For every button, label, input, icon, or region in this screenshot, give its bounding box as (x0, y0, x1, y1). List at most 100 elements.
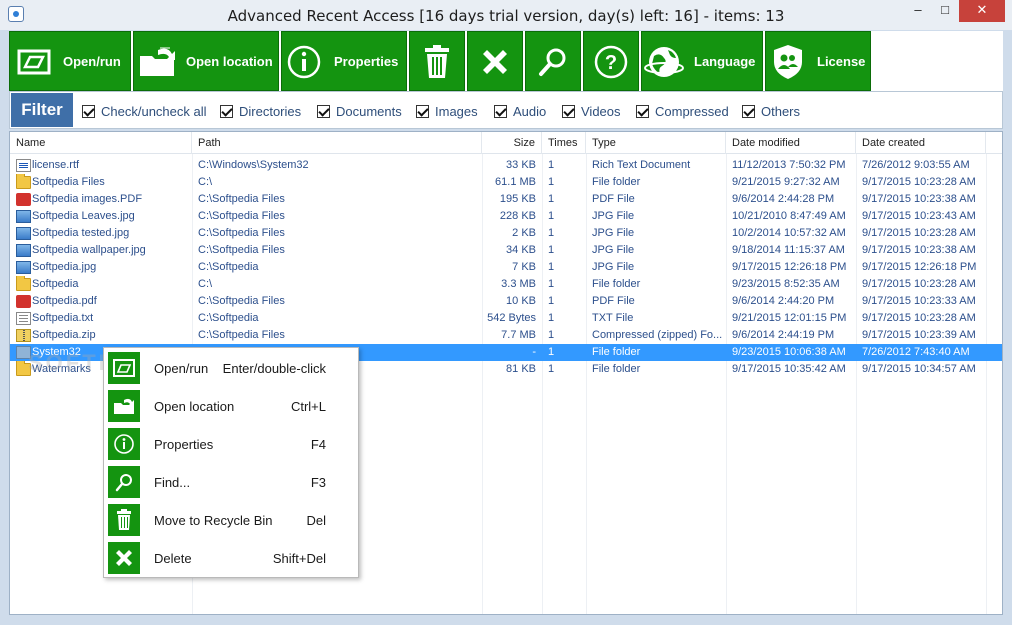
menu-item-find[interactable]: Find... F3 (104, 463, 358, 501)
menu-item-delete[interactable]: Delete Shift+Del (104, 539, 358, 577)
open-run-button[interactable]: Open/run (9, 31, 131, 91)
table-row[interactable]: Softpedia.zip C:\Softpedia Files 7.7 MB 1 Co… (10, 327, 1002, 344)
column-header-path[interactable]: Path (192, 132, 482, 154)
table-row[interactable]: Softpedia images.PDF C:\Softpedia Files 19… (10, 191, 1002, 208)
cell-modified: 9/21/2015 9:27:32 AM (732, 176, 840, 188)
column-header-type[interactable]: Type (586, 132, 726, 154)
filter-images[interactable]: Images (416, 104, 478, 119)
zip-file-icon (16, 329, 31, 342)
cell-type: File folder (592, 346, 641, 358)
shortcut-label: Del (306, 513, 326, 528)
checkbox-checked-icon[interactable] (416, 104, 429, 118)
checkbox-checked-icon[interactable] (562, 104, 575, 118)
filter-audio[interactable]: Audio (494, 104, 546, 119)
file-name: Softpedia Leaves.jpg (32, 210, 135, 222)
cell-created: 9/17/2015 10:23:38 AM (862, 244, 976, 256)
cell-path: C:\Softpedia (198, 312, 259, 324)
table-row[interactable]: Softpedia tested.jpg C:\Softpedia Files 2 … (10, 225, 1002, 242)
table-row[interactable]: license.rtf C:\Windows\System32 33 KB 1 Rich… (10, 157, 1002, 174)
table-row[interactable]: Softpedia wallpaper.jpg C:\Softpedia File… (10, 242, 1002, 259)
filter-videos[interactable]: Videos (562, 104, 621, 119)
cell-modified: 9/23/2015 8:52:35 AM (732, 278, 840, 290)
checkbox-checked-icon[interactable] (636, 104, 649, 118)
cell-type: Compressed (zipped) Fo... (592, 329, 723, 341)
column-header-date-created[interactable]: Date created (856, 132, 986, 154)
toolbar: Open/run Open location Properties ? Lang… (9, 31, 1003, 91)
file-name: Softpedia.txt (32, 312, 94, 324)
cell-modified: 9/18/2014 11:15:37 AM (732, 244, 845, 256)
cell-created: 9/17/2015 10:23:33 AM (862, 295, 976, 307)
table-row[interactable]: Softpedia C:\ 3.3 MB 1 File folder 9/23/2015 … (10, 276, 1002, 293)
file-name: license.rtf (32, 159, 80, 171)
table-header: Name Path Size Times Type Date modified … (10, 132, 1002, 154)
cell-modified: 9/21/2015 12:01:15 PM (732, 312, 847, 324)
column-header-size[interactable]: Size (482, 132, 542, 154)
cell-times: 1 (548, 363, 555, 375)
file-name: Softpedia (32, 278, 79, 290)
img-file-icon (16, 227, 31, 240)
cell-created: 7/26/2012 7:43:40 AM (862, 346, 970, 358)
cell-name: Softpedia.zip (10, 327, 192, 344)
cell-type: JPG File (592, 261, 635, 273)
menu-item-open-location[interactable]: Open location Ctrl+L (104, 387, 358, 425)
cell-created: 9/17/2015 10:23:28 AM (862, 278, 976, 290)
cell-size: 228 KB (499, 210, 536, 222)
checkbox-checked-icon[interactable] (220, 104, 233, 118)
open-location-icon (108, 390, 140, 422)
column-header-date-modified[interactable]: Date modified (726, 132, 856, 154)
cell-type: TXT File (592, 312, 634, 324)
img-file-icon (16, 261, 31, 274)
filter-documents[interactable]: Documents (317, 104, 402, 119)
filter-directories[interactable]: Directories (220, 104, 301, 119)
table-row[interactable]: Softpedia.jpg C:\Softpedia 7 KB 1 JPG File 9/… (10, 259, 1002, 276)
find-button[interactable] (525, 31, 581, 91)
properties-button[interactable]: Properties (281, 31, 407, 91)
license-button[interactable]: License (765, 31, 871, 91)
filter-title: Filter (11, 93, 73, 127)
filter-check-all[interactable]: Check/uncheck all (82, 104, 207, 119)
cell-size: 33 KB (506, 159, 536, 171)
filter-compressed[interactable]: Compressed (636, 104, 729, 119)
img-file-icon (16, 210, 31, 223)
table-row[interactable]: Softpedia.pdf C:\Softpedia Files 10 KB 1 PDF… (10, 293, 1002, 310)
help-button[interactable]: ? (583, 31, 639, 91)
delete-button[interactable] (467, 31, 523, 91)
cell-modified: 9/17/2015 12:26:18 PM (732, 261, 847, 273)
cell-created: 9/17/2015 10:34:57 AM (862, 363, 976, 375)
cell-times: 1 (548, 312, 555, 324)
cell-path: C:\Softpedia Files (198, 295, 285, 307)
trash-icon (417, 42, 457, 82)
checkbox-checked-icon[interactable] (317, 104, 330, 118)
menu-item-properties[interactable]: Properties F4 (104, 425, 358, 463)
cell-size: 7 KB (512, 261, 536, 273)
table-row[interactable]: Softpedia Files C:\ 61.1 MB 1 File folder 9/2… (10, 174, 1002, 191)
checkbox-checked-icon[interactable] (742, 104, 755, 118)
close-x-icon (108, 542, 140, 574)
open-location-button[interactable]: Open location (133, 31, 279, 91)
table-row[interactable]: Softpedia Leaves.jpg C:\Softpedia Files 22… (10, 208, 1002, 225)
minimize-button[interactable]: – (905, 0, 931, 22)
column-header-name[interactable]: Name (10, 132, 192, 154)
language-button[interactable]: Language (641, 31, 763, 91)
checkbox-checked-icon[interactable] (494, 104, 507, 118)
filter-bar: Filter Check/uncheck all Directories Doc… (9, 91, 1003, 129)
menu-item-open-run[interactable]: Open/run Enter/double-click (104, 349, 358, 387)
open-run-label: Open/run (63, 54, 121, 69)
filter-others[interactable]: Others (742, 104, 800, 119)
cell-path: C:\Softpedia Files (198, 210, 285, 222)
menu-item-move-to-recycle-bin[interactable]: Move to Recycle Bin Del (104, 501, 358, 539)
context-menu: Open/run Enter/double-click Open locatio… (103, 347, 359, 578)
table-row[interactable]: Softpedia.txt C:\Softpedia 542 Bytes 1 TXT F… (10, 310, 1002, 327)
close-window-button[interactable]: ✕ (959, 0, 1005, 22)
cell-path: C:\Windows\System32 (198, 159, 309, 171)
cell-type: JPG File (592, 227, 635, 239)
cell-modified: 11/12/2013 7:50:32 PM (732, 159, 846, 171)
cell-size: 3.3 MB (501, 278, 536, 290)
checkbox-checked-icon[interactable] (82, 104, 95, 118)
recycle-bin-button[interactable] (409, 31, 465, 91)
cell-name: Softpedia Files (10, 174, 192, 191)
file-name: Softpedia.pdf (32, 295, 97, 307)
maximize-button[interactable]: □ (932, 0, 958, 22)
file-name: Softpedia tested.jpg (32, 227, 130, 239)
column-header-times[interactable]: Times (542, 132, 586, 154)
